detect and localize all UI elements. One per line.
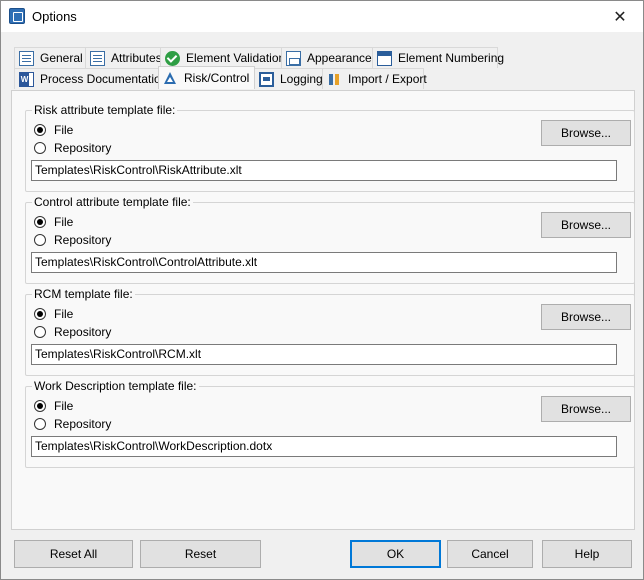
- general-icon: [19, 50, 34, 66]
- tab-general[interactable]: General: [14, 47, 86, 68]
- radio-label: Repository: [54, 233, 112, 247]
- radio-label: Repository: [54, 417, 112, 431]
- risk-attribute-group: Risk attribute template file: File Repos…: [25, 103, 635, 192]
- file-radio-option[interactable]: File: [34, 123, 73, 137]
- repository-radio-option[interactable]: Repository: [34, 417, 111, 431]
- tab-label: Element Validation: [186, 51, 286, 65]
- file-radio-option[interactable]: File: [34, 399, 73, 413]
- tab-label: Import / Export: [348, 72, 427, 86]
- ok-button[interactable]: OK: [350, 540, 441, 568]
- file-radio[interactable]: [34, 124, 46, 136]
- numbering-icon: [377, 50, 392, 66]
- file-radio[interactable]: [34, 216, 46, 228]
- tab-label: Appearance: [307, 51, 372, 65]
- group-label: RCM template file:: [32, 287, 135, 301]
- radio-label: File: [54, 123, 74, 137]
- appearance-icon: [286, 50, 301, 66]
- radio-label: File: [54, 307, 74, 321]
- tab-element-numbering[interactable]: Element Numbering: [372, 47, 504, 68]
- options-dialog: Options ✕ General Attributes Element Val…: [0, 0, 644, 580]
- work-description-group: Work Description template file: File Rep…: [25, 379, 635, 468]
- tab-risk-control[interactable]: Risk/Control: [158, 66, 255, 89]
- repository-radio[interactable]: [34, 326, 46, 338]
- template-path-field[interactable]: Templates\RiskControl\WorkDescription.do…: [31, 436, 617, 457]
- tab-row-2: Process Documentation Risk/Control Loggi…: [14, 66, 427, 89]
- help-button[interactable]: Help: [542, 540, 632, 568]
- attributes-icon: [90, 50, 105, 66]
- repository-radio-option[interactable]: Repository: [34, 325, 111, 339]
- rcm-group: RCM template file: File Repository Brows…: [25, 287, 635, 376]
- reset-all-button[interactable]: Reset All: [14, 540, 133, 568]
- browse-button[interactable]: Browse...: [541, 212, 631, 238]
- browse-button[interactable]: Browse...: [541, 304, 631, 330]
- window-title: Options: [32, 9, 77, 24]
- cancel-button[interactable]: Cancel: [447, 540, 533, 568]
- group-label: Risk attribute template file:: [32, 103, 178, 117]
- repository-radio-option[interactable]: Repository: [34, 233, 111, 247]
- tab-import-export[interactable]: Import / Export: [322, 68, 427, 89]
- tab-process-documentation[interactable]: Process Documentation: [14, 68, 167, 89]
- template-path-field[interactable]: Templates\RiskControl\ControlAttribute.x…: [31, 252, 617, 273]
- repository-radio[interactable]: [34, 234, 46, 246]
- radio-label: File: [54, 399, 74, 413]
- repository-radio[interactable]: [34, 418, 46, 430]
- title-bar: Options ✕: [1, 1, 643, 32]
- radio-label: Repository: [54, 141, 112, 155]
- repository-radio-option[interactable]: Repository: [34, 141, 111, 155]
- file-radio-option[interactable]: File: [34, 215, 73, 229]
- template-path-field[interactable]: Templates\RiskControl\RCM.xlt: [31, 344, 617, 365]
- word-document-icon: [19, 71, 34, 87]
- tab-element-validation[interactable]: Element Validation: [160, 47, 286, 68]
- group-label: Work Description template file:: [32, 379, 199, 393]
- file-radio[interactable]: [34, 308, 46, 320]
- reset-button[interactable]: Reset: [140, 540, 261, 568]
- tab-row-1: General Attributes Element Validation Ap…: [14, 47, 504, 68]
- browse-button[interactable]: Browse...: [541, 396, 631, 422]
- logging-icon: [259, 71, 274, 87]
- radio-label: Repository: [54, 325, 112, 339]
- tab-attributes[interactable]: Attributes: [85, 47, 162, 68]
- risk-control-panel: Risk attribute template file: File Repos…: [11, 90, 635, 530]
- template-path-field[interactable]: Templates\RiskControl\RiskAttribute.xlt: [31, 160, 617, 181]
- app-icon: [9, 8, 25, 24]
- control-attribute-group: Control attribute template file: File Re…: [25, 195, 635, 284]
- import-export-icon: [327, 72, 342, 87]
- risk-control-icon: [163, 71, 178, 86]
- tab-appearance[interactable]: Appearance: [281, 47, 373, 68]
- radio-label: File: [54, 215, 74, 229]
- validation-check-icon: [165, 50, 180, 66]
- close-button[interactable]: ✕: [597, 1, 643, 32]
- tab-logging[interactable]: Logging: [254, 68, 323, 89]
- tab-label: Attributes: [111, 51, 162, 65]
- tab-label: Process Documentation: [40, 72, 168, 86]
- file-radio[interactable]: [34, 400, 46, 412]
- browse-button[interactable]: Browse...: [541, 120, 631, 146]
- group-label: Control attribute template file:: [32, 195, 193, 209]
- tab-label: Logging: [280, 72, 323, 86]
- tab-label: Risk/Control: [184, 71, 250, 85]
- file-radio-option[interactable]: File: [34, 307, 73, 321]
- tab-label: Element Numbering: [398, 51, 505, 65]
- repository-radio[interactable]: [34, 142, 46, 154]
- tab-label: General: [40, 51, 83, 65]
